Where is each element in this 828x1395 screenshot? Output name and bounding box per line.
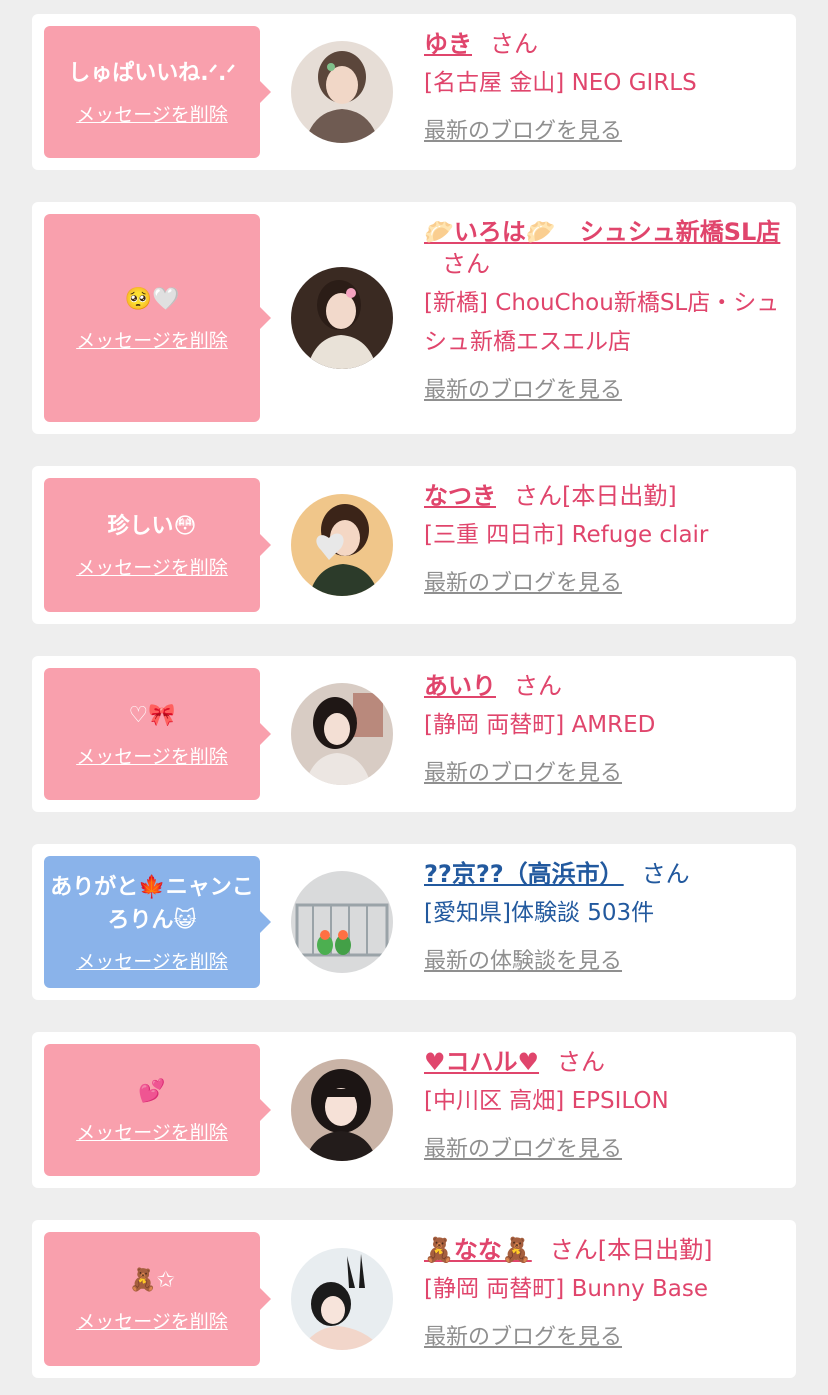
name-line: ゆき さん — [424, 28, 790, 60]
card-info: ??京??（高浜市） さん [愛知県]体験談 503件 最新の体験談を見る — [424, 858, 790, 977]
honorific: さん — [549, 1236, 598, 1264]
card-info: 🧸なな🧸 さん[本日出勤] [静岡 両替町] Bunny Base 最新のブログを… — [424, 1234, 790, 1353]
delete-message-link[interactable]: メッセージを削除 — [76, 947, 228, 974]
name-line: ♥コハル♥ さん — [424, 1046, 790, 1078]
card-info: 🥟いろは🥟 シュシュ新橋SL店さん [新橋] ChouChou新橋SL店・シュシ… — [424, 216, 790, 406]
latest-review-link[interactable]: 最新の体験談を見る — [424, 947, 790, 977]
card-info: ♥コハル♥ さん [中川区 高畑] EPSILON 最新のブログを見る — [424, 1046, 790, 1165]
card-info: なつき さん[本日出勤] [三重 四日市] Refuge clair 最新のブログ… — [424, 480, 790, 599]
message-text: 💕 — [138, 1079, 166, 1104]
name-line: あいり さん — [424, 670, 790, 702]
delete-message-link[interactable]: メッセージを削除 — [76, 100, 228, 127]
message-text: 🧸✩ — [129, 1268, 175, 1293]
latest-blog-link[interactable]: 最新のブログを見る — [424, 376, 790, 406]
shop-text: [中川区 高畑] EPSILON — [424, 1088, 669, 1114]
honorific: さん — [557, 1048, 606, 1076]
name-line: 🥟いろは🥟 シュシュ新橋SL店さん — [424, 216, 790, 280]
message-bubble: 🥺🤍 メッセージを削除 — [44, 214, 271, 422]
avatar[interactable] — [291, 683, 393, 785]
message-card: しゅぱいいね.ᐟ.ᐟ メッセージを削除 ゆき さん [名古屋 金山] NEO GI… — [32, 14, 796, 170]
avatar[interactable] — [291, 871, 393, 973]
delete-message-link[interactable]: メッセージを削除 — [76, 1307, 228, 1334]
latest-blog-link[interactable]: 最新のブログを見る — [424, 759, 790, 789]
message-bubble: 🧸✩ メッセージを削除 — [44, 1232, 271, 1366]
latest-blog-link[interactable]: 最新のブログを見る — [424, 117, 790, 147]
delete-message-link[interactable]: メッセージを削除 — [76, 326, 228, 353]
name-link[interactable]: ♥コハル♥ — [424, 1048, 539, 1076]
card-info: ゆき さん [名古屋 金山] NEO GIRLS 最新のブログを見る — [424, 28, 790, 147]
name-link[interactable]: 🥟いろは🥟 シュシュ新橋SL店 — [424, 218, 780, 246]
message-list: しゅぱいいね.ᐟ.ᐟ メッセージを削除 ゆき さん [名古屋 金山] NEO GI… — [0, 0, 828, 1395]
message-bubble: 珍しい😳 メッセージを削除 — [44, 478, 271, 612]
message-text: 珍しい😳 — [107, 514, 197, 539]
message-bubble: ♡🎀 メッセージを削除 — [44, 668, 271, 800]
message-card: 💕 メッセージを削除 ♥コハル♥ さん [中川区 高畑] EPSILON 最新のブ… — [32, 1032, 796, 1188]
honorific: さん — [514, 482, 562, 510]
honorific: さん — [514, 672, 562, 700]
delete-message-link[interactable]: メッセージを削除 — [76, 553, 228, 580]
honorific: さん — [442, 250, 490, 278]
shop-text: [愛知県]体験談 503件 — [424, 900, 655, 926]
message-bubble: 💕 メッセージを削除 — [44, 1044, 271, 1176]
name-link[interactable]: ゆき — [424, 30, 472, 58]
avatar[interactable] — [291, 494, 393, 596]
honorific: さん — [490, 30, 538, 58]
shop-text: [静岡 両替町] AMRED — [424, 712, 656, 738]
delete-message-link[interactable]: メッセージを削除 — [76, 742, 228, 769]
name-link[interactable]: あいり — [424, 672, 496, 700]
avatar[interactable] — [291, 1248, 393, 1350]
latest-blog-link[interactable]: 最新のブログを見る — [424, 569, 790, 599]
name-line: ??京??（高浜市） さん — [424, 858, 790, 890]
message-text: 🥺🤍 — [124, 287, 180, 312]
message-card: 🧸✩ メッセージを削除 🧸なな🧸 さん[本日出勤] [静岡 両替町] Bunny … — [32, 1220, 796, 1378]
message-card: 珍しい😳 メッセージを削除 なつき さん[本日出勤] [三重 四日市] Refug… — [32, 466, 796, 624]
message-text: しゅぱいいね.ᐟ.ᐟ — [68, 61, 236, 86]
avatar[interactable] — [291, 41, 393, 143]
latest-blog-link[interactable]: 最新のブログを見る — [424, 1323, 790, 1353]
message-card: 🥺🤍 メッセージを削除 🥟いろは🥟 シュシュ新橋SL店さん [新橋] ChouC… — [32, 202, 796, 434]
name-link[interactable]: なつき — [424, 482, 496, 510]
name-line: 🧸なな🧸 さん[本日出勤] — [424, 1234, 790, 1266]
shop-text: [新橋] ChouChou新橋SL店・シュシュ新橋エスエル店 — [424, 290, 780, 355]
message-text: ♡🎀 — [128, 703, 176, 728]
message-card: ありがと🍁ニャンころりん😺 メッセージを削除 ??京??（高浜市） さん [愛知県… — [32, 844, 796, 1000]
shop-text: [三重 四日市] Refuge clair — [424, 522, 709, 548]
shop-text: [名古屋 金山] NEO GIRLS — [424, 70, 697, 96]
delete-message-link[interactable]: メッセージを削除 — [76, 1118, 228, 1145]
message-bubble: しゅぱいいね.ᐟ.ᐟ メッセージを削除 — [44, 26, 271, 158]
name-link[interactable]: 🧸なな🧸 — [424, 1236, 532, 1264]
name-link[interactable]: ??京??（高浜市） — [424, 860, 624, 888]
message-bubble: ありがと🍁ニャンころりん😺 メッセージを削除 — [44, 856, 271, 988]
card-info: あいり さん [静岡 両替町] AMRED 最新のブログを見る — [424, 670, 790, 789]
honorific: さん — [641, 860, 690, 888]
shop-text: [静岡 両替町] Bunny Base — [424, 1276, 709, 1302]
avatar[interactable] — [291, 267, 393, 369]
status-tag: [本日出勤] — [562, 482, 677, 510]
avatar[interactable] — [291, 1059, 393, 1161]
message-text: ありがと🍁ニャンころりん😺 — [50, 874, 254, 933]
message-card: ♡🎀 メッセージを削除 あいり さん [静岡 両替町] AMRED 最新のブログを… — [32, 656, 796, 812]
latest-blog-link[interactable]: 最新のブログを見る — [424, 1135, 790, 1165]
name-line: なつき さん[本日出勤] — [424, 480, 790, 512]
status-tag: [本日出勤] — [597, 1236, 713, 1264]
